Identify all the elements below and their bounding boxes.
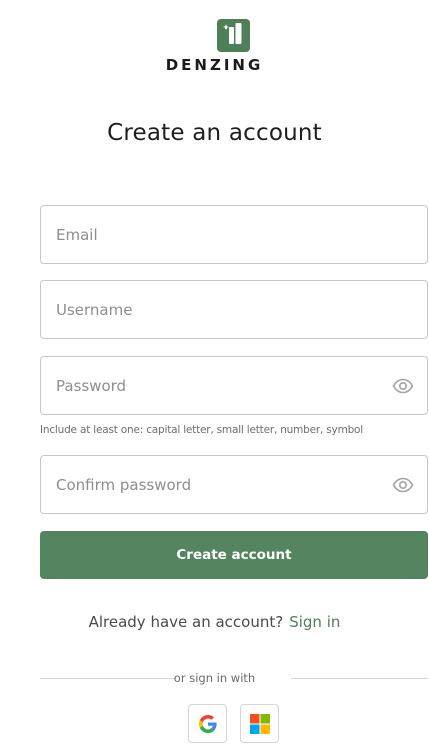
email-input[interactable] <box>56 206 376 263</box>
denzing-logo-icon <box>217 19 250 52</box>
microsoft-icon <box>250 714 270 734</box>
username-field[interactable] <box>40 280 428 339</box>
email-field[interactable] <box>40 205 428 264</box>
password-field[interactable] <box>40 356 428 415</box>
confirm-password-field[interactable] <box>40 455 428 514</box>
google-signin-button[interactable] <box>188 704 227 743</box>
show-confirm-password-eye-icon[interactable] <box>392 477 414 493</box>
create-account-button[interactable]: Create account <box>40 531 428 579</box>
password-hint: Include at least one: capital letter, sm… <box>40 424 364 436</box>
page-title: Create an account <box>107 120 322 146</box>
divider-right <box>291 678 428 679</box>
microsoft-signin-button[interactable] <box>240 704 279 743</box>
signup-page: DENZING Create an account Include at lea… <box>0 0 429 753</box>
brand-name: DENZING <box>165 56 264 74</box>
username-input[interactable] <box>56 281 376 338</box>
confirm-password-input[interactable] <box>56 456 376 513</box>
signin-prompt: Already have an account? Sign in <box>0 613 429 631</box>
google-icon <box>199 715 217 733</box>
show-password-eye-icon[interactable] <box>392 378 414 394</box>
sign-in-link[interactable]: Sign in <box>289 613 340 631</box>
password-input[interactable] <box>56 357 376 414</box>
signin-prompt-text: Already have an account? <box>88 613 284 631</box>
